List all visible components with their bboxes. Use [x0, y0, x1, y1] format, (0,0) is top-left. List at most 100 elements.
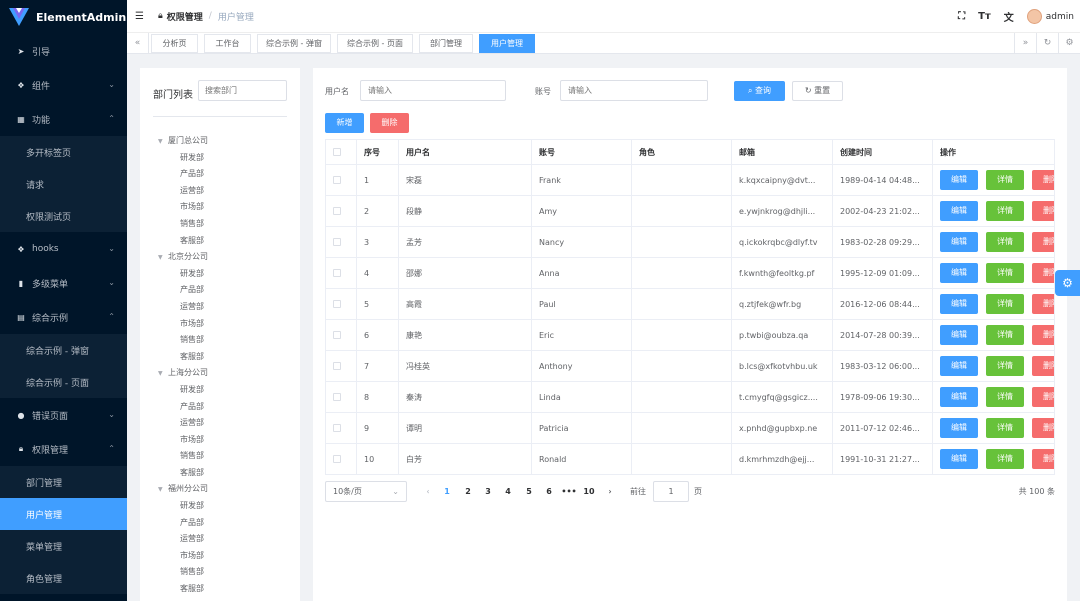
- sidebar-item-4[interactable]: 请求: [0, 168, 127, 200]
- page-number[interactable]: 4: [500, 481, 516, 502]
- tree-node-company[interactable]: ▼ 厦门总公司: [158, 133, 298, 150]
- page-number[interactable]: 5: [521, 481, 537, 502]
- tree-node-dept[interactable]: 运营部: [158, 415, 298, 432]
- tree-node-dept[interactable]: 市场部: [158, 199, 298, 216]
- edit-button[interactable]: 编辑: [940, 356, 978, 376]
- tab-3[interactable]: 综合示例 - 页面: [337, 34, 413, 53]
- row-checkbox[interactable]: [333, 207, 341, 215]
- detail-button[interactable]: 详情: [986, 325, 1024, 345]
- tree-node-dept[interactable]: 销售部: [158, 332, 298, 349]
- tree-node-dept[interactable]: 市场部: [158, 432, 298, 449]
- tree-node-dept[interactable]: 销售部: [158, 216, 298, 233]
- detail-button[interactable]: 详情: [986, 170, 1024, 190]
- delete-button[interactable]: 删除: [1032, 418, 1054, 438]
- delete-button[interactable]: 删除: [1032, 325, 1054, 345]
- tree-node-dept[interactable]: 市场部: [158, 548, 298, 565]
- row-checkbox[interactable]: [333, 269, 341, 277]
- delete-button[interactable]: 删除: [1032, 356, 1054, 376]
- row-checkbox[interactable]: [333, 362, 341, 370]
- add-button[interactable]: 新增: [325, 113, 364, 133]
- row-checkbox[interactable]: [333, 331, 341, 339]
- row-checkbox[interactable]: [333, 455, 341, 463]
- tab-4[interactable]: 部门管理: [419, 34, 473, 53]
- row-checkbox[interactable]: [333, 300, 341, 308]
- detail-button[interactable]: 详情: [986, 232, 1024, 252]
- sidebar-item-0[interactable]: ➤ 引导: [0, 34, 127, 68]
- tab-2[interactable]: 综合示例 - 弹窗: [257, 34, 331, 53]
- sidebar-item-16[interactable]: 角色管理: [0, 562, 127, 594]
- edit-button[interactable]: 编辑: [940, 263, 978, 283]
- breadcrumb-item-permission[interactable]: 权限管理: [167, 10, 203, 23]
- sidebar-item-15[interactable]: 菜单管理: [0, 530, 127, 562]
- tree-node-company[interactable]: ▼ 上海分公司: [158, 365, 298, 382]
- page-number[interactable]: 10: [581, 481, 597, 502]
- gear-icon[interactable]: ⚙: [1058, 33, 1080, 54]
- page-number[interactable]: 1: [439, 481, 455, 502]
- edit-button[interactable]: 编辑: [940, 387, 978, 407]
- tree-node-dept[interactable]: 客服部: [158, 465, 298, 482]
- page-number[interactable]: 3: [480, 481, 496, 502]
- account-input[interactable]: [560, 80, 708, 101]
- logo[interactable]: ElementAdmin: [0, 0, 127, 34]
- tree-node-dept[interactable]: 产品部: [158, 166, 298, 183]
- reset-button[interactable]: ↻ 重置: [792, 81, 843, 101]
- tree-node-dept[interactable]: 客服部: [158, 233, 298, 250]
- delete-button[interactable]: 删除: [1032, 232, 1054, 252]
- edit-button[interactable]: 编辑: [940, 294, 978, 314]
- avatar[interactable]: [1026, 9, 1042, 24]
- detail-button[interactable]: 详情: [986, 449, 1024, 469]
- select-all-checkbox[interactable]: [333, 148, 341, 156]
- delete-button[interactable]: 删除: [1032, 387, 1054, 407]
- page-number[interactable]: •••: [561, 481, 577, 502]
- sidebar-item-8[interactable]: ▤ 综合示例 ⌃: [0, 300, 127, 334]
- detail-button[interactable]: 详情: [986, 263, 1024, 283]
- tree-node-dept[interactable]: 客服部: [158, 581, 298, 598]
- caret-down-icon[interactable]: ▼: [158, 250, 168, 267]
- edit-button[interactable]: 编辑: [940, 449, 978, 469]
- edit-button[interactable]: 编辑: [940, 418, 978, 438]
- sidebar-item-10[interactable]: 综合示例 - 页面: [0, 366, 127, 398]
- goto-page-input[interactable]: 1: [653, 481, 689, 502]
- menu-fold-icon[interactable]: ☰: [135, 11, 144, 22]
- tab-5[interactable]: 用户管理: [479, 34, 535, 53]
- username-input[interactable]: [360, 80, 506, 101]
- edit-button[interactable]: 编辑: [940, 232, 978, 252]
- dept-search-input[interactable]: [198, 80, 287, 101]
- scroll-right-icon[interactable]: »: [1014, 33, 1036, 54]
- detail-button[interactable]: 详情: [986, 294, 1024, 314]
- sidebar-item-2[interactable]: ▦ 功能 ⌃: [0, 102, 127, 136]
- tree-node-dept[interactable]: 客服部: [158, 349, 298, 366]
- refresh-icon[interactable]: ↻: [1036, 33, 1058, 54]
- tree-node-dept[interactable]: 销售部: [158, 564, 298, 581]
- edit-button[interactable]: 编辑: [940, 325, 978, 345]
- row-checkbox[interactable]: [333, 176, 341, 184]
- tree-node-company[interactable]: ▼ 北京分公司: [158, 249, 298, 266]
- delete-button[interactable]: 删除: [1032, 294, 1054, 314]
- sidebar-item-3[interactable]: 多开标签页: [0, 136, 127, 168]
- translate-icon[interactable]: 文: [1004, 9, 1014, 24]
- delete-button[interactable]: 删除: [1032, 201, 1054, 221]
- caret-down-icon[interactable]: ▼: [158, 482, 168, 499]
- tree-node-dept[interactable]: 研发部: [158, 382, 298, 399]
- prev-page-icon[interactable]: ‹: [420, 481, 436, 502]
- tab-1[interactable]: 工作台: [204, 34, 251, 53]
- username[interactable]: admin: [1046, 12, 1074, 22]
- sidebar-item-11[interactable]: ● 错误页面 ⌄: [0, 398, 127, 432]
- delete-button[interactable]: 删除: [1032, 170, 1054, 190]
- scroll-left-icon[interactable]: «: [127, 33, 149, 54]
- tree-node-dept[interactable]: 运营部: [158, 183, 298, 200]
- sidebar-item-14[interactable]: 用户管理: [0, 498, 127, 530]
- fullscreen-icon[interactable]: ⛶: [958, 11, 965, 22]
- row-checkbox[interactable]: [333, 393, 341, 401]
- tree-node-dept[interactable]: 产品部: [158, 282, 298, 299]
- caret-down-icon[interactable]: ▼: [158, 134, 168, 151]
- sidebar-item-6[interactable]: ❖ hooks ⌄: [0, 232, 127, 266]
- tab-0[interactable]: 分析页: [151, 34, 198, 53]
- tree-node-dept[interactable]: 产品部: [158, 399, 298, 416]
- tree-node-company[interactable]: ▼ 福州分公司: [158, 481, 298, 498]
- next-page-icon[interactable]: ›: [602, 481, 618, 502]
- caret-down-icon[interactable]: ▼: [158, 366, 168, 383]
- sidebar-item-12[interactable]: 🔒︎ 权限管理 ⌃: [0, 432, 127, 466]
- sidebar-item-1[interactable]: ❖ 组件 ⌄: [0, 68, 127, 102]
- tree-node-dept[interactable]: 市场部: [158, 316, 298, 333]
